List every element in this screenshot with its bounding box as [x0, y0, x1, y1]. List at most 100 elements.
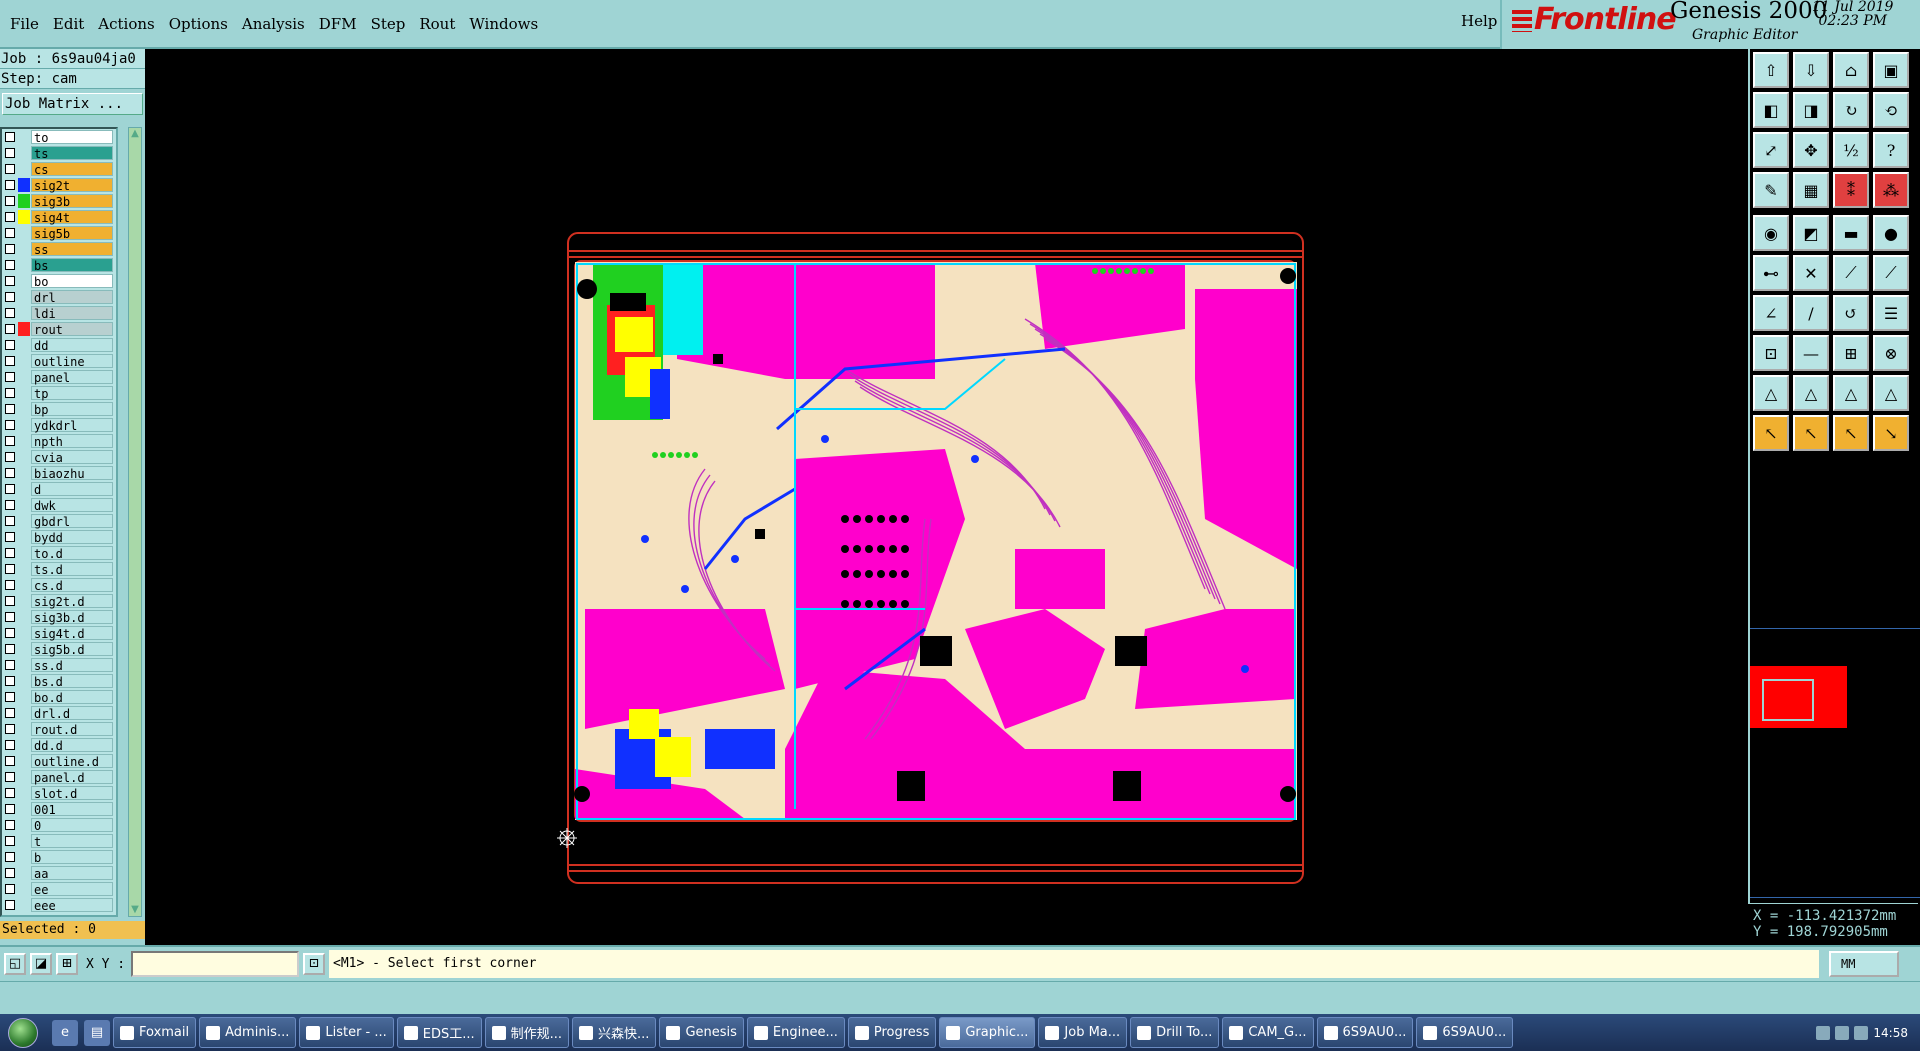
- layer-row[interactable]: cs.d: [2, 577, 116, 593]
- layer-name[interactable]: ydkdrl: [31, 418, 113, 433]
- layer-name[interactable]: 001: [31, 802, 113, 817]
- layer-row[interactable]: ydkdrl: [2, 417, 116, 433]
- layer-name[interactable]: ldi: [31, 306, 113, 321]
- layer-checkbox[interactable]: [5, 404, 15, 414]
- layer-row[interactable]: bs.d: [2, 673, 116, 689]
- layer-checkbox[interactable]: [5, 196, 15, 206]
- layer-name[interactable]: bp: [31, 402, 113, 417]
- layer-name[interactable]: sig4t.d: [31, 626, 113, 641]
- layer-checkbox[interactable]: [5, 356, 15, 366]
- layer-row[interactable]: ss: [2, 241, 116, 257]
- toolbox-button-36-icon[interactable]: △: [1873, 375, 1909, 411]
- toolbox-button-40-icon[interactable]: ↘: [1873, 415, 1909, 451]
- menu-actions[interactable]: Actions: [98, 15, 154, 33]
- layer-checkbox[interactable]: [5, 164, 15, 174]
- toolbox-button-2-icon[interactable]: ⇩: [1793, 52, 1829, 88]
- menu-analysis[interactable]: Analysis: [242, 15, 305, 33]
- layer-row[interactable]: bo: [2, 273, 116, 289]
- layer-name[interactable]: sig4t: [31, 210, 113, 225]
- toolbox-button-30-icon[interactable]: —: [1793, 335, 1829, 371]
- layer-row[interactable]: aa: [2, 865, 116, 881]
- layer-name[interactable]: bs.d: [31, 674, 113, 689]
- layer-checkbox[interactable]: [5, 244, 15, 254]
- layer-row[interactable]: drl: [2, 289, 116, 305]
- toolbox-button-28-icon[interactable]: ☰: [1873, 295, 1909, 331]
- layer-row[interactable]: sig2t: [2, 177, 116, 193]
- layer-row[interactable]: bs: [2, 257, 116, 273]
- toolbox-button-10-icon[interactable]: ✥: [1793, 132, 1829, 168]
- layer-row[interactable]: ss.d: [2, 657, 116, 673]
- layer-checkbox[interactable]: [5, 308, 15, 318]
- layer-checkbox[interactable]: [5, 132, 15, 142]
- layer-checkbox[interactable]: [5, 724, 15, 734]
- layer-checkbox[interactable]: [5, 372, 15, 382]
- toolbox-button-31-icon[interactable]: ⊞: [1833, 335, 1869, 371]
- layer-checkbox[interactable]: [5, 212, 15, 222]
- layer-row[interactable]: outline.d: [2, 753, 116, 769]
- layer-checkbox[interactable]: [5, 468, 15, 478]
- layer-checkbox[interactable]: [5, 180, 15, 190]
- layer-row[interactable]: tp: [2, 385, 116, 401]
- zoom-tool-icon[interactable]: ◱: [4, 953, 26, 975]
- layer-checkbox[interactable]: [5, 260, 15, 270]
- layer-row[interactable]: outline: [2, 353, 116, 369]
- layer-checkbox[interactable]: [5, 836, 15, 846]
- layer-row[interactable]: t: [2, 833, 116, 849]
- layer-name[interactable]: bs: [31, 258, 113, 273]
- layer-checkbox[interactable]: [5, 708, 15, 718]
- layer-name[interactable]: ts: [31, 146, 113, 161]
- layer-row[interactable]: drl.d: [2, 705, 116, 721]
- layer-row[interactable]: 0: [2, 817, 116, 833]
- toolbox-button-27-icon[interactable]: ↺: [1833, 295, 1869, 331]
- toolbox-button-19-icon[interactable]: ▬: [1833, 215, 1869, 251]
- layer-name[interactable]: sig2t: [31, 178, 113, 193]
- layer-row[interactable]: sig4t: [2, 209, 116, 225]
- toolbox-button-38-icon[interactable]: ↖: [1793, 415, 1829, 451]
- menu-dfm[interactable]: DFM: [319, 15, 357, 33]
- layer-row[interactable]: dd: [2, 337, 116, 353]
- layer-row[interactable]: panel: [2, 369, 116, 385]
- layer-checkbox[interactable]: [5, 228, 15, 238]
- layer-row[interactable]: sig2t.d: [2, 593, 116, 609]
- layer-checkbox[interactable]: [5, 324, 15, 334]
- toolbox-button-14-icon[interactable]: ▦: [1793, 172, 1829, 208]
- layer-name[interactable]: ee: [31, 882, 113, 897]
- layer-row[interactable]: ldi: [2, 305, 116, 321]
- toolbox-button-15-icon[interactable]: ⁑: [1833, 172, 1869, 208]
- taskbar-item[interactable]: 6S9AU0...: [1416, 1017, 1514, 1048]
- layer-list-scrollbar[interactable]: ▲ ▼: [128, 127, 142, 917]
- layer-name[interactable]: sig3b: [31, 194, 113, 209]
- tray-clock[interactable]: 14:58: [1873, 1026, 1908, 1040]
- layer-name[interactable]: bydd: [31, 530, 113, 545]
- layer-name[interactable]: to.d: [31, 546, 113, 561]
- toolbox-button-3-icon[interactable]: ⌂: [1833, 52, 1869, 88]
- scroll-up-icon[interactable]: ▲: [129, 128, 141, 140]
- layer-name[interactable]: bo.d: [31, 690, 113, 705]
- minimap-viewport[interactable]: [1762, 679, 1814, 721]
- layer-row[interactable]: gbdrl: [2, 513, 116, 529]
- xy-input[interactable]: [131, 951, 299, 977]
- layer-checkbox[interactable]: [5, 340, 15, 350]
- layer-row[interactable]: panel.d: [2, 769, 116, 785]
- layer-name[interactable]: rout.d: [31, 722, 113, 737]
- layer-row[interactable]: dwk: [2, 497, 116, 513]
- layer-checkbox[interactable]: [5, 852, 15, 862]
- taskbar-item[interactable]: Lister - ...: [299, 1017, 394, 1048]
- layer-checkbox[interactable]: [5, 740, 15, 750]
- layer-checkbox[interactable]: [5, 532, 15, 542]
- taskbar-item[interactable]: Job Ma...: [1038, 1017, 1128, 1048]
- layer-name[interactable]: cvia: [31, 450, 113, 465]
- layer-name[interactable]: ss.d: [31, 658, 113, 673]
- toolbox-button-13-icon[interactable]: ✎: [1753, 172, 1789, 208]
- taskbar-item[interactable]: Genesis: [659, 1017, 744, 1048]
- layer-name[interactable]: 0: [31, 818, 113, 833]
- taskbar-item[interactable]: Drill To...: [1130, 1017, 1220, 1048]
- taskbar-item[interactable]: CAM_G...: [1222, 1017, 1314, 1048]
- pcb-board-view[interactable]: [145, 49, 1748, 945]
- layer-row[interactable]: sig3b: [2, 193, 116, 209]
- tray-network-icon[interactable]: [1816, 1025, 1831, 1040]
- job-matrix-button[interactable]: Job Matrix ...: [2, 93, 143, 115]
- tray-volume-icon[interactable]: [1835, 1025, 1850, 1040]
- layer-name[interactable]: tp: [31, 386, 113, 401]
- toolbox-button-17-icon[interactable]: ◉: [1753, 215, 1789, 251]
